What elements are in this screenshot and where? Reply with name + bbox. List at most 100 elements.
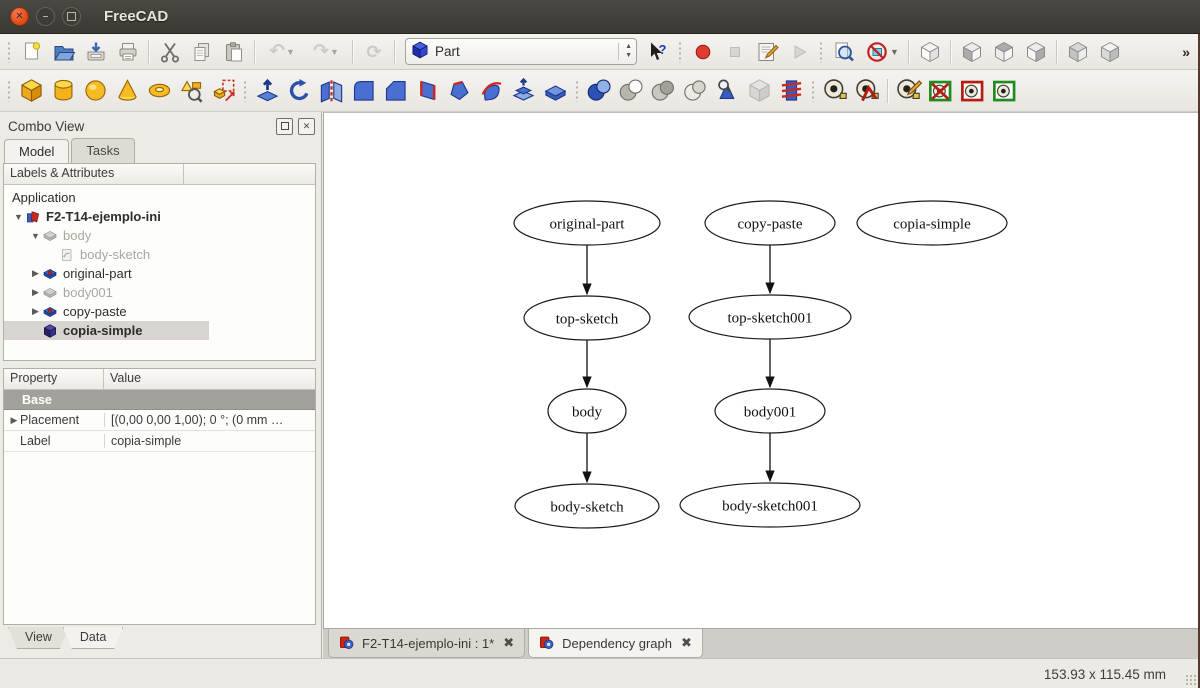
graph-node-body[interactable]: body — [548, 389, 626, 433]
toolbar-overflow-button[interactable]: » — [1176, 44, 1196, 60]
scale-transform-button[interactable] — [208, 74, 239, 107]
extrude-button[interactable] — [252, 74, 283, 107]
toggle-measurement-3d-button[interactable] — [957, 74, 988, 107]
tab-data[interactable]: Data — [63, 627, 123, 649]
dock-close-button[interactable]: ✕ — [298, 118, 315, 135]
ruled-surface-button[interactable] — [412, 74, 443, 107]
cut-button[interactable] — [155, 37, 185, 66]
tree-item-original-part[interactable]: ▶original-part — [4, 264, 315, 283]
chamfer-button[interactable] — [380, 74, 411, 107]
view-bottom-button[interactable] — [1095, 37, 1125, 66]
graph-node-original-part[interactable]: original-part — [514, 201, 660, 245]
print-button[interactable] — [113, 37, 143, 66]
thickness-button[interactable] — [540, 74, 571, 107]
dropdown-arrow-icon[interactable]: ▼ — [286, 47, 295, 57]
tree-root-application[interactable]: Application — [4, 188, 315, 207]
primitive-box-button[interactable] — [16, 74, 47, 107]
open-document-button[interactable] — [49, 37, 79, 66]
toolbar-grip[interactable] — [575, 80, 580, 102]
dock-float-button[interactable] — [276, 118, 293, 135]
tree-item-body001[interactable]: ▶body001 — [4, 283, 315, 302]
boolean-intersection-button[interactable] — [648, 74, 679, 107]
boolean-union-button[interactable] — [584, 74, 615, 107]
minimize-button[interactable]: – — [36, 7, 55, 26]
draw-style-button[interactable]: ▼ — [861, 37, 903, 66]
graph-node-copy-paste[interactable]: copy-paste — [705, 201, 835, 245]
measure-angular-button[interactable] — [852, 74, 883, 107]
tree-expander-icon[interactable]: ▶ — [29, 306, 42, 317]
workbench-selector[interactable]: Part▲▼ — [405, 38, 637, 65]
copy-button[interactable] — [187, 37, 217, 66]
tree-item-copy-paste[interactable]: ▶copy-paste — [4, 302, 315, 321]
dependency-graph-canvas[interactable]: original-part copy-paste copia-simple top-s… — [323, 112, 1200, 628]
cross-sections-button[interactable] — [776, 74, 807, 107]
maximize-button[interactable] — [62, 7, 81, 26]
revolve-button[interactable] — [284, 74, 315, 107]
tab-tasks[interactable]: Tasks — [71, 138, 134, 163]
macro-record-button[interactable] — [688, 37, 718, 66]
toolbar-grip[interactable] — [811, 80, 816, 102]
measure-annotations-button[interactable] — [893, 74, 924, 107]
primitive-sphere-button[interactable] — [80, 74, 111, 107]
section-button[interactable] — [680, 74, 711, 107]
paste-button[interactable] — [219, 37, 249, 66]
tab-model[interactable]: Model — [4, 139, 69, 164]
tab-document-3d-view[interactable]: F2-T14-ejemplo-ini : 1* ✖ — [328, 629, 525, 658]
dropdown-arrow-icon[interactable]: ▼ — [890, 47, 899, 57]
tree-item-copia-simple[interactable]: copia-simple — [4, 321, 209, 340]
workbench-spinner-icon[interactable]: ▲▼ — [618, 43, 632, 59]
primitive-cylinder-button[interactable] — [48, 74, 79, 107]
boolean-cut-button[interactable] — [616, 74, 647, 107]
toolbar-grip[interactable] — [7, 80, 12, 102]
tree-expander-icon[interactable]: ▼ — [29, 231, 42, 241]
tab-dependency-graph[interactable]: Dependency graph ✖ — [528, 629, 703, 658]
graph-node-copia-simple[interactable]: copia-simple — [857, 201, 1007, 245]
fit-all-button[interactable] — [829, 37, 859, 66]
label-value[interactable]: copia-simple — [104, 434, 315, 448]
view-right-button[interactable] — [1021, 37, 1051, 66]
tree-expander-icon[interactable]: ▶ — [29, 287, 42, 298]
view-top-button[interactable] — [989, 37, 1019, 66]
close-tab-icon[interactable]: ✖ — [503, 635, 514, 651]
tab-view[interactable]: View — [8, 627, 69, 649]
shape-builder-button[interactable] — [176, 74, 207, 107]
primitive-torus-button[interactable] — [144, 74, 175, 107]
property-row-placement[interactable]: ▶ Placement [(0,00 0,00 1,00); 0 °; (0 m… — [4, 410, 315, 431]
save-document-button[interactable] — [81, 37, 111, 66]
toolbar-grip[interactable] — [678, 41, 683, 63]
graph-node-body-sketch[interactable]: body-sketch — [515, 484, 659, 528]
check-geometry-button[interactable] — [712, 74, 743, 107]
expand-arrow-icon[interactable]: ▶ — [8, 415, 20, 426]
mirror-button[interactable] — [316, 74, 347, 107]
clear-measurement-button[interactable] — [925, 74, 956, 107]
property-group-base[interactable]: Base — [4, 390, 315, 410]
primitive-cone-button[interactable] — [112, 74, 143, 107]
toolbar-grip[interactable] — [243, 80, 248, 102]
loft-button[interactable] — [444, 74, 475, 107]
tree-item-F2-T14-ejemplo-ini[interactable]: ▼F2-T14-ejemplo-ini — [4, 207, 315, 226]
sweep-button[interactable] — [476, 74, 507, 107]
macro-edit-button[interactable] — [752, 37, 782, 66]
property-row-label[interactable]: Label copia-simple — [4, 431, 315, 452]
graph-node-top-sketch001[interactable]: top-sketch001 — [689, 295, 851, 339]
new-document-button[interactable] — [17, 37, 47, 66]
view-rear-button[interactable] — [1063, 37, 1093, 66]
measure-linear-button[interactable] — [820, 74, 851, 107]
toolbar-grip[interactable] — [819, 41, 824, 63]
toggle-measurement-delta-button[interactable] — [989, 74, 1020, 107]
whats-this-button[interactable]: ? — [643, 37, 673, 66]
placement-value[interactable]: [(0,00 0,00 1,00); 0 °; (0 mm … — [104, 413, 315, 427]
toolbar-grip[interactable] — [7, 41, 12, 63]
tree-item-body[interactable]: ▼body — [4, 226, 315, 245]
fillet-button[interactable] — [348, 74, 379, 107]
offset-button[interactable] — [508, 74, 539, 107]
tree-expander-icon[interactable]: ▶ — [29, 268, 42, 279]
resize-grip[interactable] — [1185, 674, 1197, 686]
tree-item-body-sketch[interactable]: body-sketch — [4, 245, 315, 264]
graph-node-body-sketch001[interactable]: body-sketch001 — [680, 483, 860, 527]
tree-expander-icon[interactable]: ▼ — [12, 212, 25, 222]
close-button[interactable]: ✕ — [10, 7, 29, 26]
graph-node-top-sketch[interactable]: top-sketch — [524, 296, 650, 340]
view-front-button[interactable] — [957, 37, 987, 66]
close-tab-icon[interactable]: ✖ — [681, 635, 692, 651]
